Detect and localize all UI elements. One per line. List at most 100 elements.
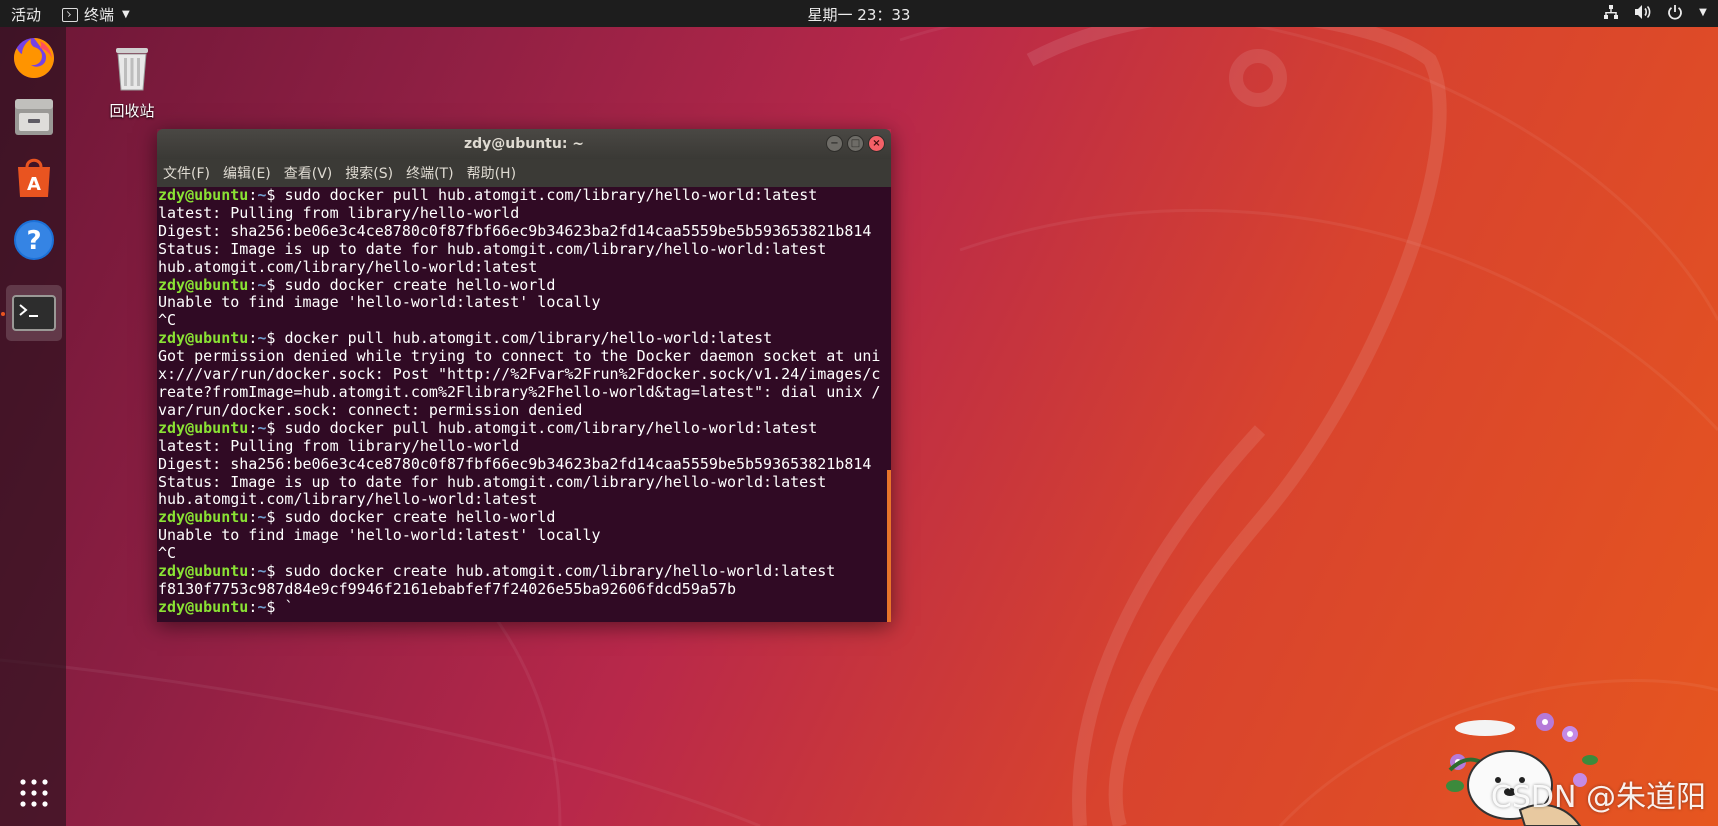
system-tray[interactable]: ▼ [1602, 3, 1708, 21]
output-line: latest: Pulling from library/hello-world [158, 203, 520, 222]
terminal-window[interactable]: zdy@ubuntu: ~ − □ × 文件(F) 编辑(E) 查看(V) 搜索… [157, 129, 891, 622]
output-line: ^C [158, 311, 177, 330]
output-line: Got permission denied while trying to co… [158, 347, 881, 366]
terminal-icon [12, 295, 56, 331]
prompt-separator: : [248, 597, 258, 616]
prompt-symbol: $ [266, 187, 285, 204]
maximize-button[interactable]: □ [847, 135, 864, 152]
prompt-user: zdy@ubuntu [158, 329, 249, 348]
menu-terminal[interactable]: 终端(T) [406, 163, 453, 183]
command-line: zdy@ubuntu:~$ docker pull hub.atomgit.co… [158, 329, 891, 348]
activities-button[interactable]: 活动 [11, 4, 41, 25]
command-text: sudo docker create hello-world [284, 508, 556, 527]
menu-file[interactable]: 文件(F) [163, 163, 210, 183]
output-line: Status: Image is up to date for hub.atom… [158, 239, 827, 258]
output-line: reate?fromImage=hub.atomgit.com%2Flibrar… [158, 382, 881, 401]
command-text: sudo docker pull hub.atomgit.com/library… [284, 418, 818, 437]
output-line: Unable to find image 'hello-world:latest… [158, 526, 601, 545]
menu-search[interactable]: 搜索(S) [345, 163, 393, 183]
prompt-separator: : [248, 329, 258, 348]
command-text: sudo docker create hub.atomgit.com/libra… [284, 562, 836, 581]
menu-help[interactable]: 帮助(H) [467, 163, 516, 183]
firefox-icon [14, 38, 54, 78]
terminal-menubar: 文件(F) 编辑(E) 查看(V) 搜索(S) 终端(T) 帮助(H) [157, 159, 891, 187]
watermark-text: CSDN @朱道阳 [1490, 780, 1706, 815]
command-text: docker pull hub.atomgit.com/library/hell… [284, 329, 773, 348]
prompt-user: zdy@ubuntu [158, 597, 249, 616]
command-line: zdy@ubuntu:~$ sudo docker pull hub.atomg… [158, 418, 891, 438]
dock-terminal[interactable] [6, 285, 62, 341]
svg-text:A: A [27, 174, 41, 195]
output-line: ^C [158, 544, 177, 563]
trash-label: 回收站 [109, 102, 155, 120]
window-title: zdy@ubuntu: ~ [463, 136, 585, 152]
network-icon[interactable] [1602, 3, 1620, 21]
prompt-separator: : [248, 187, 258, 204]
dock-files[interactable] [6, 89, 62, 145]
command-line: zdy@ubuntu:~$ sudo docker create hub.ato… [158, 562, 891, 581]
window-titlebar[interactable]: zdy@ubuntu: ~ − □ × [157, 129, 891, 159]
menu-edit[interactable]: 编辑(E) [223, 163, 271, 183]
terminal-output[interactable]: zdy@ubuntu:~$ sudo docker pull hub.atomg… [157, 187, 891, 622]
prompt-user: zdy@ubuntu [158, 562, 249, 581]
prompt-symbol: $ [266, 275, 285, 294]
output-line: hub.atomgit.com/library/hello-world:late… [158, 490, 538, 509]
app-menu-label: 终端 [84, 6, 115, 24]
app-menu[interactable]: 终端 ▼ [62, 4, 130, 25]
terminal-icon [62, 7, 78, 22]
prompt-separator: : [248, 508, 258, 527]
power-icon[interactable] [1666, 3, 1684, 21]
command-line: zdy@ubuntu:~$ ` [158, 597, 891, 617]
svg-text:?: ? [26, 226, 41, 256]
prompt-symbol: $ [266, 329, 285, 348]
chevron-down-icon[interactable]: ▼ [1698, 3, 1708, 21]
prompt-separator: : [248, 562, 258, 581]
app-grid-icon [20, 779, 48, 807]
prompt-symbol: $ [266, 597, 285, 616]
command-text: sudo docker pull hub.atomgit.com/library… [284, 187, 818, 204]
output-line: latest: Pulling from library/hello-world [158, 436, 520, 455]
trash-icon [116, 48, 148, 91]
output-line: var/run/docker.sock: connect: permission… [158, 400, 583, 419]
command-text: sudo docker create hello-world [284, 275, 556, 294]
prompt-symbol: $ [266, 508, 285, 527]
output-line: Unable to find image 'hello-world:latest… [158, 293, 601, 312]
dock-help[interactable]: ? [6, 212, 62, 268]
output-line: f8130f7753c987d84e9cf9946f2161ebabfef7f2… [158, 579, 736, 598]
output-line: x:///var/run/docker.sock: Post "http://%… [158, 365, 881, 384]
output-line: hub.atomgit.com/library/hello-world:late… [158, 257, 538, 276]
scrollbar-thumb[interactable] [887, 470, 891, 622]
close-button[interactable]: × [868, 135, 885, 152]
desktop-trash[interactable]: 回收站 [104, 44, 160, 121]
output-line: Digest: sha256:be06e3c4ce8780c0f87fbf66e… [158, 454, 872, 473]
minimize-button[interactable]: − [826, 135, 843, 152]
software-center-icon: A [18, 158, 50, 197]
output-line: Status: Image is up to date for hub.atom… [158, 472, 827, 491]
files-icon [15, 99, 53, 135]
command-line: zdy@ubuntu:~$ sudo docker pull hub.atomg… [158, 187, 891, 205]
prompt-user: zdy@ubuntu [158, 187, 249, 204]
show-applications-button[interactable] [6, 765, 62, 821]
caret-down-icon: ▼ [122, 9, 130, 20]
dock: A ? [0, 27, 66, 826]
prompt-separator: : [248, 418, 258, 437]
volume-icon[interactable] [1634, 3, 1652, 21]
help-icon: ? [14, 220, 54, 260]
running-indicator [1, 312, 5, 316]
command-text: ` [284, 597, 294, 616]
clock[interactable]: 星期一 23：33 [808, 6, 911, 24]
dock-software[interactable]: A [6, 149, 62, 205]
menu-view[interactable]: 查看(V) [284, 163, 333, 183]
prompt-user: zdy@ubuntu [158, 418, 249, 437]
watermark: CSDN @朱道阳 [1430, 700, 1718, 826]
command-line: zdy@ubuntu:~$ sudo docker create hello-w… [158, 508, 891, 527]
prompt-user: zdy@ubuntu [158, 508, 249, 527]
dock-firefox[interactable] [6, 29, 62, 85]
prompt-symbol: $ [266, 418, 285, 437]
prompt-user: zdy@ubuntu [158, 275, 249, 294]
prompt-separator: : [248, 275, 258, 294]
prompt-symbol: $ [266, 562, 285, 581]
command-line: zdy@ubuntu:~$ sudo docker create hello-w… [158, 275, 891, 295]
output-line: Digest: sha256:be06e3c4ce8780c0f87fbf66e… [158, 221, 872, 240]
top-bar: 活动 终端 ▼ 星期一 23：33 ▼ [0, 0, 1718, 27]
